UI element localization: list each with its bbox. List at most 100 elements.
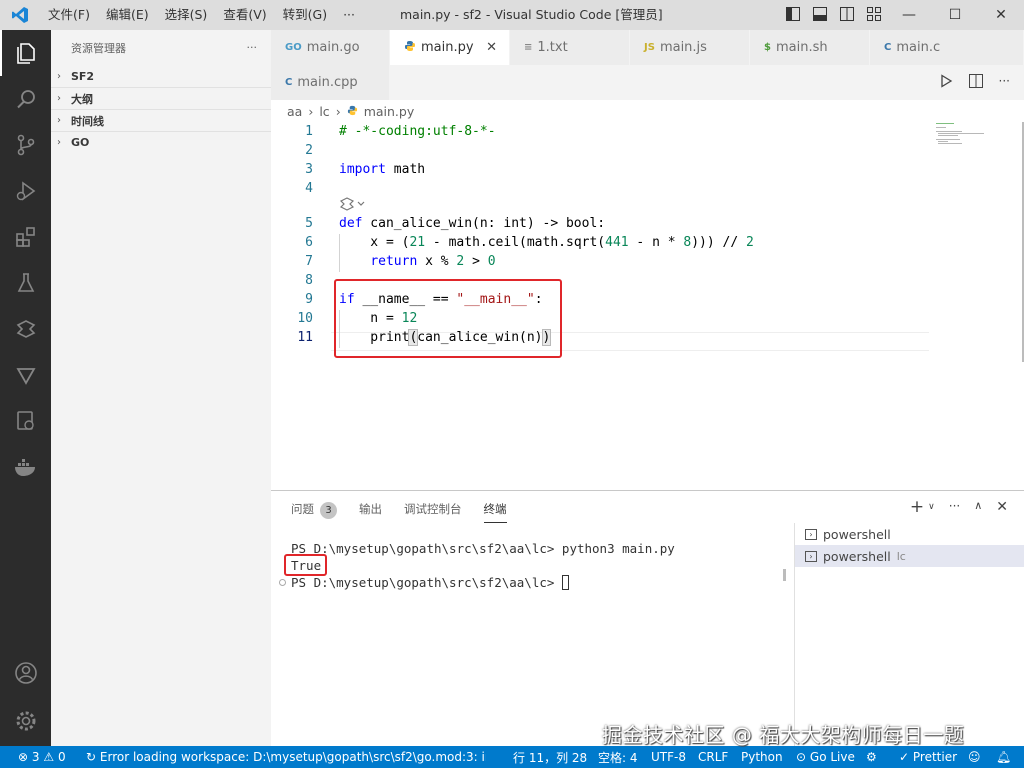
copilot-icon[interactable]: ⚙ bbox=[866, 750, 877, 764]
tab-main-py[interactable]: main.py ✕ bbox=[390, 30, 510, 65]
error-count: 3 bbox=[31, 750, 40, 764]
tab-label: main.cpp bbox=[297, 75, 358, 90]
settings-gear-icon[interactable] bbox=[0, 698, 51, 744]
toggle-panel-icon[interactable] bbox=[813, 7, 827, 21]
menu-view[interactable]: 查看(V) bbox=[215, 0, 274, 30]
breadcrumb-item[interactable]: aa bbox=[287, 104, 302, 119]
explorer-icon[interactable] bbox=[0, 30, 51, 76]
close-window-button[interactable]: ✕ bbox=[978, 0, 1024, 30]
section-timeline[interactable]: › 时间线 bbox=[51, 109, 271, 131]
window-title: main.py - sf2 - Visual Studio Code [管理员] bbox=[400, 7, 663, 22]
terminal-label: powershell bbox=[823, 548, 891, 564]
tab-main-js[interactable]: JS main.js bbox=[630, 30, 750, 65]
code-keyword: def bbox=[339, 216, 363, 231]
sidebar-more-button[interactable]: ··· bbox=[247, 41, 258, 54]
cursor-position[interactable]: 行 11，列 28 bbox=[513, 749, 587, 766]
remote-icon[interactable] bbox=[0, 306, 51, 352]
chevron-down-icon[interactable]: ∨ bbox=[928, 499, 935, 515]
problems-status[interactable]: ⊗ 3 ⚠ 0 bbox=[18, 750, 66, 764]
more-actions-icon[interactable]: ··· bbox=[999, 74, 1010, 88]
menu-more[interactable]: ··· bbox=[335, 0, 363, 30]
tab-1-txt[interactable]: ≡ 1.txt bbox=[510, 30, 630, 65]
terminal-prompt[interactable]: PS D:\mysetup\gopath\src\sf2\aa\lc> bbox=[291, 575, 569, 590]
indentation-status[interactable]: 空格: 4 bbox=[598, 749, 638, 766]
tab-output[interactable]: 输出 bbox=[359, 501, 382, 523]
terminal-scrollbar[interactable] bbox=[783, 569, 786, 581]
chevron-right-icon: › bbox=[57, 115, 61, 126]
code-editor[interactable]: 1 2 3 4 5 6 7 8 9 10 11 # -*-coding:utf-… bbox=[271, 122, 1024, 490]
tab-terminal[interactable]: 终端 bbox=[483, 501, 507, 523]
remote-explorer-icon[interactable] bbox=[0, 398, 51, 444]
customize-layout-icon[interactable] bbox=[867, 7, 881, 21]
section-go[interactable]: › GO bbox=[51, 131, 271, 153]
warning-count: 0 bbox=[57, 750, 66, 764]
maximize-panel-icon[interactable]: ∧ bbox=[974, 499, 982, 515]
notifications-bell-icon[interactable]: 🔔︎ bbox=[996, 750, 1011, 764]
terminal-item[interactable]: › powershell lc bbox=[795, 545, 1024, 567]
tab-main-sh[interactable]: $ main.sh bbox=[750, 30, 870, 65]
extensions-icon[interactable] bbox=[0, 214, 51, 260]
sync-icon: ↻ bbox=[86, 750, 97, 764]
minimize-button[interactable]: — bbox=[886, 0, 932, 30]
tab-main-cpp[interactable]: C main.cpp bbox=[271, 65, 390, 100]
editor-tabs: GO main.go main.py ✕ ≡ 1.txt JS main.js … bbox=[271, 30, 1024, 100]
breadcrumb-item[interactable]: main.py bbox=[364, 104, 415, 119]
terminal-prompt-text: PS D:\mysetup\gopath\src\sf2\aa\lc> bbox=[291, 575, 562, 590]
warning-icon: ⚠ bbox=[43, 750, 55, 764]
split-editor-icon[interactable] bbox=[968, 74, 983, 88]
codelens-remote-icon[interactable] bbox=[339, 197, 367, 214]
sidebar-title: 资源管理器 bbox=[71, 41, 126, 55]
close-tab-icon[interactable]: ✕ bbox=[486, 40, 497, 55]
menu-selection[interactable]: 选择(S) bbox=[157, 0, 216, 30]
account-icon[interactable] bbox=[0, 650, 51, 696]
go-live-status[interactable]: ⊙ Go Live bbox=[796, 750, 855, 764]
feedback-icon[interactable]: ☺ bbox=[968, 750, 981, 764]
toggle-secondary-sidebar-icon[interactable] bbox=[840, 7, 854, 21]
shell-file-icon: $ bbox=[764, 42, 771, 53]
section-outline[interactable]: › 大纲 bbox=[51, 87, 271, 109]
go-file-icon: GO bbox=[285, 42, 302, 53]
toggle-sidebar-icon[interactable] bbox=[786, 7, 800, 21]
docker-icon[interactable] bbox=[0, 444, 51, 490]
editor-scrollbar[interactable] bbox=[1010, 122, 1024, 490]
more-actions-icon[interactable]: ··· bbox=[949, 499, 960, 515]
run-file-icon[interactable] bbox=[939, 74, 953, 88]
terminal-line: PS D:\mysetup\gopath\src\sf2\aa\lc> pyth… bbox=[291, 541, 675, 556]
line-number: 6 bbox=[305, 235, 313, 250]
prettier-status[interactable]: ✓ Prettier bbox=[899, 750, 957, 764]
maximize-button[interactable]: ☐ bbox=[932, 0, 978, 30]
terminal-item[interactable]: › powershell bbox=[795, 523, 1024, 545]
tab-main-c[interactable]: C main.c bbox=[870, 30, 1024, 65]
gitlens-icon[interactable] bbox=[0, 352, 51, 398]
section-label: 时间线 bbox=[71, 114, 104, 128]
workspace-error-status[interactable]: ↻ Error loading workspace: D:\mysetup\go… bbox=[86, 750, 486, 764]
encoding-status[interactable]: UTF-8 bbox=[651, 750, 686, 764]
menu-edit[interactable]: 编辑(E) bbox=[98, 0, 157, 30]
go-live-label: Go Live bbox=[809, 750, 855, 764]
testing-icon[interactable] bbox=[0, 260, 51, 306]
python-file-icon bbox=[404, 40, 416, 55]
menu-file[interactable]: 文件(F) bbox=[40, 0, 98, 30]
new-terminal-icon[interactable]: + bbox=[910, 499, 924, 516]
terminal-sub: lc bbox=[896, 549, 906, 563]
code-number: 0 bbox=[487, 254, 496, 269]
chevron-right-icon: › bbox=[57, 93, 61, 104]
section-sf2[interactable]: › SF2 bbox=[51, 65, 271, 87]
error-icon: ⊗ bbox=[18, 750, 29, 764]
close-panel-icon[interactable]: ✕ bbox=[996, 499, 1008, 515]
search-icon[interactable] bbox=[0, 76, 51, 122]
minimap[interactable] bbox=[934, 122, 994, 152]
breadcrumb-item[interactable]: lc bbox=[319, 104, 329, 119]
chevron-right-icon: › bbox=[57, 137, 61, 148]
line-number: 8 bbox=[305, 273, 313, 288]
language-status[interactable]: Python bbox=[741, 750, 783, 764]
tab-problems[interactable]: 问题 3 bbox=[291, 501, 337, 523]
source-control-icon[interactable] bbox=[0, 122, 51, 168]
command-decoration-icon[interactable] bbox=[279, 579, 286, 586]
tab-main-go[interactable]: GO main.go bbox=[271, 30, 390, 65]
tab-debug-console[interactable]: 调试控制台 bbox=[404, 501, 462, 523]
run-debug-icon[interactable] bbox=[0, 168, 51, 214]
tab-label: main.go bbox=[306, 40, 360, 55]
menu-go[interactable]: 转到(G) bbox=[275, 0, 335, 30]
eol-status[interactable]: CRLF bbox=[698, 750, 728, 764]
